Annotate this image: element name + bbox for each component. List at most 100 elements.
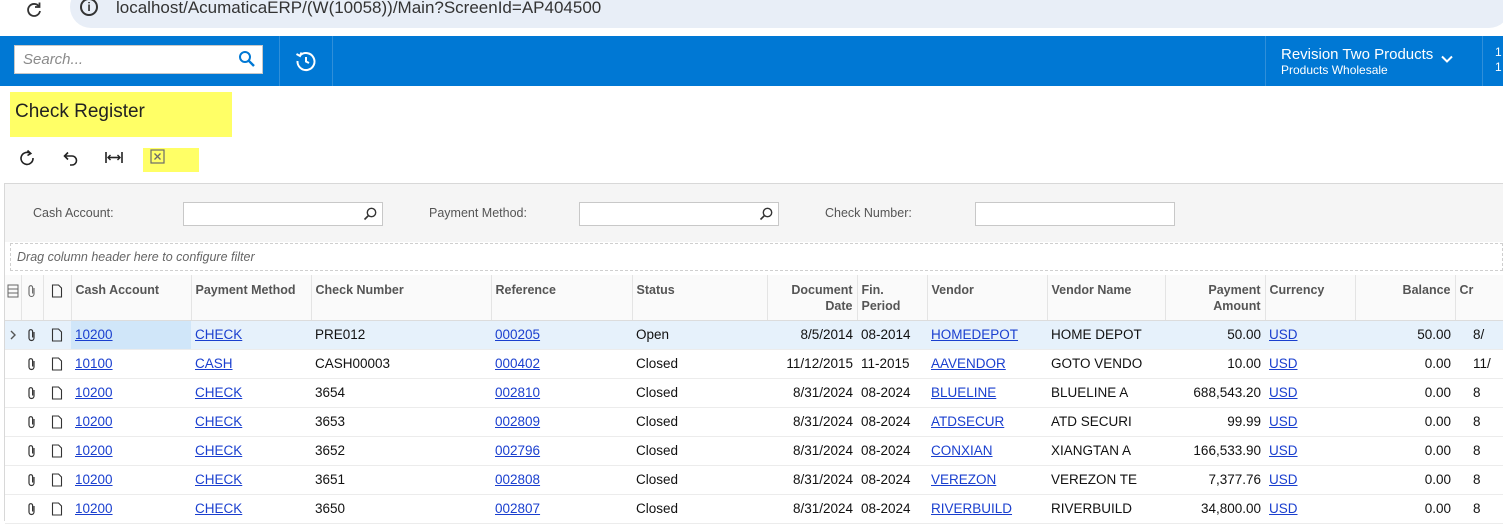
cell-balance[interactable]: 0.00 [1355, 465, 1455, 495]
row-selector[interactable] [5, 378, 21, 408]
group-by-drop-area[interactable]: Drag column header here to configure fil… [10, 243, 1503, 271]
row-selector[interactable] [5, 465, 21, 495]
attachment-icon[interactable] [21, 349, 43, 379]
payment-method-link[interactable]: CASH [195, 356, 233, 371]
cell-payment-amount[interactable]: 99.99 [1165, 407, 1265, 437]
cell-status[interactable]: Closed [632, 494, 767, 524]
cell-payment-amount[interactable]: 34,800.00 [1165, 494, 1265, 524]
cell-next[interactable]: 8 [1455, 494, 1503, 524]
cash-account-link[interactable]: 10200 [75, 443, 113, 458]
col-reference[interactable]: Reference [491, 275, 633, 321]
col-cash-account[interactable]: Cash Account [71, 275, 192, 321]
attachment-icon[interactable] [21, 436, 43, 466]
lookup-icon[interactable] [362, 206, 378, 222]
cell-document-date[interactable]: 8/5/2014 [767, 320, 857, 350]
cell-balance[interactable]: 0.00 [1355, 494, 1455, 524]
cell-status[interactable]: Closed [632, 407, 767, 437]
cell-next[interactable]: 8 [1455, 407, 1503, 437]
cell-fin-period[interactable]: 08-2014 [857, 320, 927, 350]
attachment-icon[interactable] [21, 378, 43, 408]
table-row[interactable]: 10200 CHECK PRE012 000205 Open 8/5/2014 08-201… [5, 320, 1503, 350]
cell-vendor-name[interactable]: RIVERBUILD [1047, 494, 1165, 524]
cash-account-link[interactable]: 10200 [75, 327, 113, 342]
cell-balance[interactable]: 0.00 [1355, 436, 1455, 466]
payment-method-link[interactable]: CHECK [195, 501, 242, 516]
cell-fin-period[interactable]: 08-2024 [857, 407, 927, 437]
cash-account-field[interactable] [183, 202, 383, 226]
cell-next[interactable]: 8 [1455, 465, 1503, 495]
cell-payment-amount[interactable]: 7,377.76 [1165, 465, 1265, 495]
col-currency[interactable]: Currency [1265, 275, 1356, 321]
cell-status[interactable]: Closed [632, 465, 767, 495]
cell-vendor-name[interactable]: ATD SECURI [1047, 407, 1165, 437]
attachment-icon[interactable] [21, 465, 43, 495]
cell-fin-period[interactable]: 08-2024 [857, 436, 927, 466]
col-status[interactable]: Status [632, 275, 768, 321]
reference-link[interactable]: 002810 [495, 385, 540, 400]
col-check-number[interactable]: Check Number [311, 275, 492, 321]
cash-account-link[interactable]: 10200 [75, 501, 113, 516]
note-icon[interactable] [43, 349, 71, 379]
col-payment-amount[interactable]: Payment Amount [1165, 275, 1266, 321]
search-input[interactable] [21, 46, 225, 73]
cell-check-number[interactable]: 3650 [311, 494, 491, 524]
payment-method-link[interactable]: CHECK [195, 414, 242, 429]
reference-link[interactable]: 002808 [495, 472, 540, 487]
row-selector[interactable] [5, 320, 21, 350]
attachment-icon[interactable] [21, 494, 43, 524]
col-balance[interactable]: Balance [1355, 275, 1456, 321]
payment-method-link[interactable]: CHECK [195, 472, 242, 487]
payment-method-link[interactable]: CHECK [195, 443, 242, 458]
cell-next[interactable]: 8 [1455, 436, 1503, 466]
cell-check-number[interactable]: CASH00003 [311, 349, 491, 379]
payment-method-link[interactable]: CHECK [195, 327, 242, 342]
note-icon[interactable] [43, 436, 71, 466]
table-row[interactable]: 10200 CHECK 3650 002807 Closed 8/31/2024 08-20… [5, 494, 1503, 524]
cell-document-date[interactable]: 8/31/2024 [767, 407, 857, 437]
currency-link[interactable]: USD [1269, 443, 1298, 458]
cell-vendor-name[interactable]: HOME DEPOT [1047, 320, 1165, 350]
global-search[interactable] [14, 45, 263, 74]
note-icon[interactable] [43, 378, 71, 408]
cell-document-date[interactable]: 11/12/2015 [767, 349, 857, 379]
cell-check-number[interactable]: 3654 [311, 378, 491, 408]
payment-method-field[interactable] [579, 202, 779, 226]
company-branch-selector[interactable]: Revision Two Products Products Wholesale [1266, 36, 1482, 86]
fit-columns-icon[interactable] [103, 147, 125, 169]
cell-fin-period[interactable]: 11-2015 [857, 349, 927, 379]
cell-vendor-name[interactable]: BLUELINE A [1047, 378, 1165, 408]
check-number-input[interactable] [980, 203, 1154, 225]
cell-document-date[interactable]: 8/31/2024 [767, 494, 857, 524]
row-selector[interactable] [5, 349, 21, 379]
note-icon[interactable] [43, 320, 71, 350]
col-document-date[interactable]: Document Date [767, 275, 858, 321]
reference-link[interactable]: 002807 [495, 501, 540, 516]
refresh-icon[interactable] [16, 147, 38, 169]
table-row[interactable]: 10200 CHECK 3652 002796 Closed 8/31/2024 08-20… [5, 436, 1503, 466]
row-selector[interactable] [5, 436, 21, 466]
cell-check-number[interactable]: PRE012 [311, 320, 491, 350]
reference-link[interactable]: 002809 [495, 414, 540, 429]
cell-balance[interactable]: 0.00 [1355, 407, 1455, 437]
cell-vendor-name[interactable]: VEREZON TE [1047, 465, 1165, 495]
cell-fin-period[interactable]: 08-2024 [857, 378, 927, 408]
reference-link[interactable]: 002796 [495, 443, 540, 458]
cell-balance[interactable]: 0.00 [1355, 378, 1455, 408]
col-payment-method[interactable]: Payment Method [191, 275, 312, 321]
search-icon[interactable] [238, 50, 256, 68]
excel-export-icon[interactable] [147, 146, 169, 168]
cell-balance[interactable]: 50.00 [1355, 320, 1455, 350]
table-row[interactable]: 10200 CHECK 3653 002809 Closed 8/31/2024 08-20… [5, 407, 1503, 437]
currency-link[interactable]: USD [1269, 501, 1298, 516]
cell-balance[interactable]: 0.00 [1355, 349, 1455, 379]
col-next[interactable]: Cr [1455, 275, 1503, 321]
row-selector[interactable] [5, 407, 21, 437]
cell-payment-amount[interactable]: 166,533.90 [1165, 436, 1265, 466]
recent-history-icon[interactable] [294, 49, 318, 73]
payment-method-link[interactable]: CHECK [195, 385, 242, 400]
note-icon[interactable] [43, 465, 71, 495]
cell-payment-amount[interactable]: 10.00 [1165, 349, 1265, 379]
attachment-icon[interactable] [21, 320, 43, 350]
reference-link[interactable]: 000205 [495, 327, 540, 342]
row-selector[interactable] [5, 494, 21, 524]
